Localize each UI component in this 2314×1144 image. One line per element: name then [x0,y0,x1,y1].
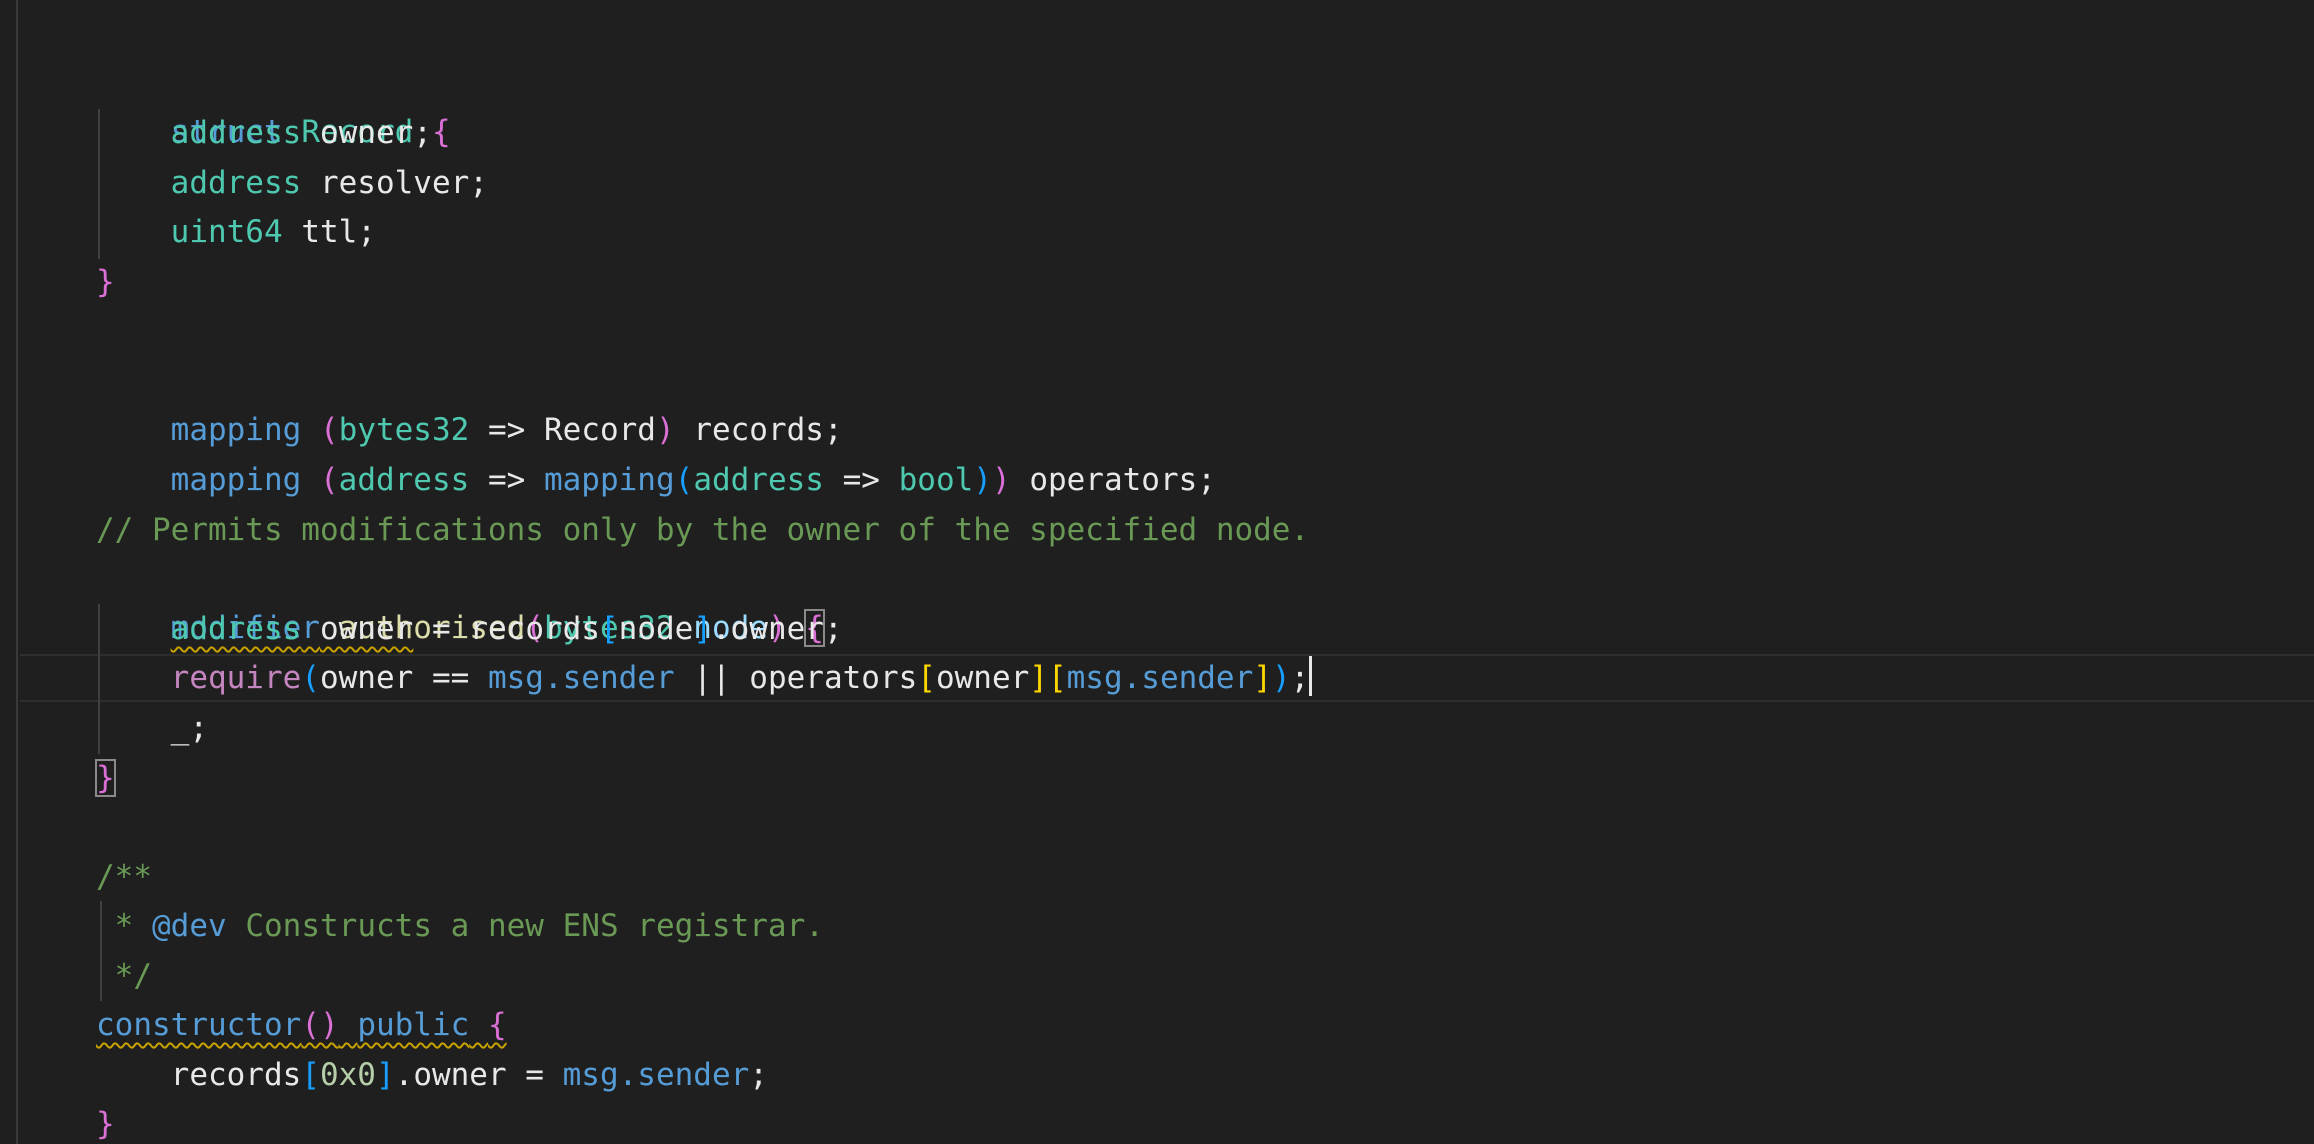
code-line[interactable]: } [95,754,116,803]
code-line[interactable]: records[0x0].owner = msg.sender; [96,1051,768,1100]
code-line[interactable]: */ [96,952,152,1001]
code-token: = [431,611,451,647]
code-token: [ [599,611,619,647]
code-line[interactable]: address resolver; [96,159,488,208]
code-token: uint64 [170,214,283,250]
code-token: { [487,1007,507,1043]
editor-left-rule [16,0,18,1144]
doc-tag: @dev [152,908,227,944]
code-token: { [431,114,451,150]
code-line[interactable]: } [96,258,115,307]
code-line[interactable]: uint64 ttl; [96,208,376,257]
code-line[interactable]: /** [96,853,152,902]
code-token: address [338,462,470,498]
code-token: address [170,115,302,151]
code-token: records [170,1057,302,1093]
code-token: 0x0 [319,1057,376,1093]
code-line[interactable]: mapping (address => mapping(address => b… [96,407,1216,498]
code-token: node [618,611,694,647]
code-token: mapping [170,462,302,498]
code-line[interactable]: address owner; [96,109,432,158]
code-token: ; [749,1057,768,1093]
warning-squiggle[interactable]: address owner [171,611,414,647]
warning-squiggle[interactable]: constructor() public { [96,1007,507,1043]
code-token: ( [319,462,339,498]
code-token: bool [898,462,974,498]
code-token: owner; [319,115,432,151]
code-token: owner [319,611,414,647]
code-comment: * [114,908,134,944]
code-token: msg.sender [562,1057,750,1093]
code-token: address [693,462,824,498]
code-token: ] [1029,660,1048,696]
code-comment: Constructs a new ENS registrar. [245,908,824,944]
code-token: public [357,1007,470,1043]
bracket-match-highlight: } [95,759,116,797]
code-token: [ [917,660,936,696]
code-token: constructor [96,1007,302,1043]
code-line[interactable]: _; [96,704,208,753]
code-editor[interactable]: struct Record { address owner; address r… [0,0,2314,1144]
code-token: ( [301,660,320,696]
code-token: ] [375,1057,395,1093]
code-token: => [487,462,526,498]
code-token: } [96,1106,115,1142]
code-line[interactable]: modifier authorised(bytes32 node) { [96,555,825,647]
code-token: operators; [1029,462,1216,498]
code-line[interactable]: } [96,1100,115,1144]
code-token: ) [1271,660,1291,696]
code-line[interactable]: constructor() public { [96,1001,507,1050]
code-token: ( [674,462,694,498]
code-token: == [431,660,470,696]
text-cursor [1309,656,1313,696]
code-token: ] [1253,660,1272,696]
code-token: () [301,1007,339,1043]
code-line[interactable]: mapping (bytes32 => Record) records; [96,357,843,448]
code-comment: // Permits modifications only by the own… [96,512,1310,548]
code-token: ] [693,611,712,647]
code-token: ; [1290,660,1310,696]
code-token: _; [170,710,208,746]
code-token: address [170,611,302,647]
code-comment: /** [96,859,152,895]
code-token: owner [935,660,1030,696]
code-token: || [693,660,731,696]
code-line[interactable]: address owner = records[node].owner; [96,605,843,654]
code-token: records [469,611,600,647]
code-token: require [170,660,302,696]
code-token: mapping [543,462,675,498]
code-line[interactable]: * @dev Constructs a new ENS registrar. [96,902,824,951]
code-token: .owner = [394,1057,544,1093]
code-token: msg.sender [1066,660,1254,696]
code-token: ttl; [301,214,376,250]
code-token: } [96,264,115,300]
code-line[interactable]: // Permits modifications only by the own… [96,506,1309,555]
code-token: operators [749,660,918,696]
code-line[interactable]: struct Record { [96,59,451,150]
code-token: => [842,462,880,498]
code-comment: */ [114,958,152,994]
code-token: ) [973,462,992,498]
code-token: [ [301,1057,320,1093]
code-token: msg.sender [487,660,675,696]
code-token: .owner; [711,611,843,647]
code-token: ) [991,462,1011,498]
code-token: [ [1047,660,1067,696]
code-token: address [170,165,302,201]
code-token: owner [319,660,414,696]
code-token: resolver; [319,165,488,201]
code-line-active[interactable]: require(owner == msg.sender || operators… [96,654,1313,703]
